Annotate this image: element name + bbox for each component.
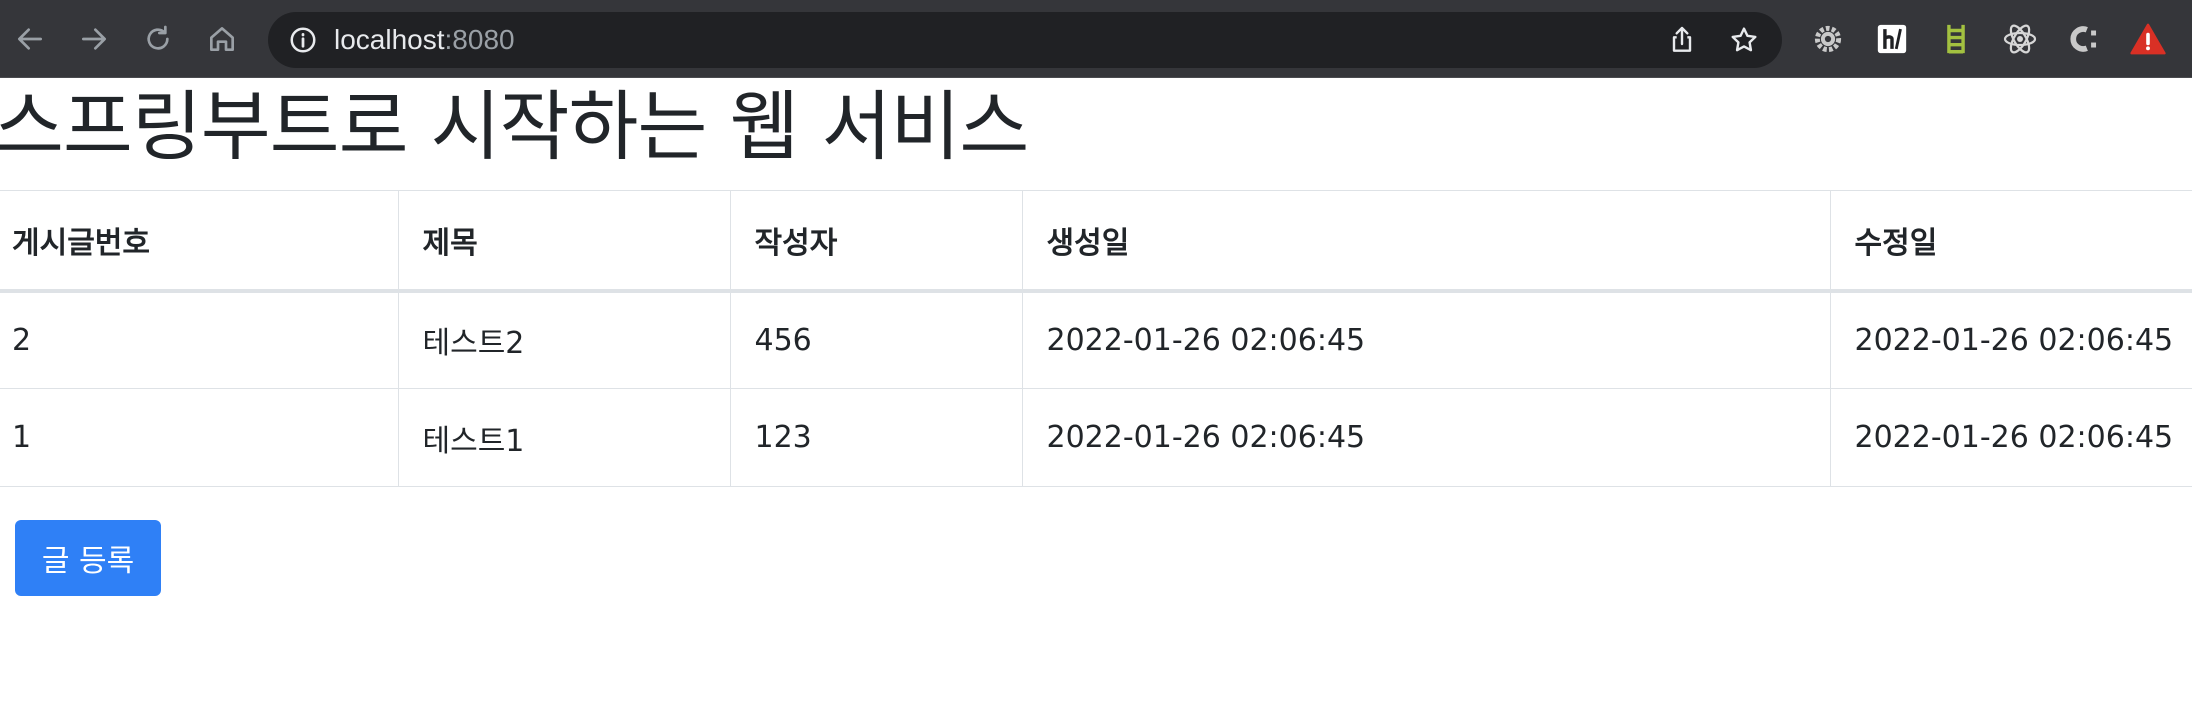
ladder-extension[interactable] — [1937, 20, 1975, 58]
table-header-row: 게시글번호 제목 작성자 생성일 수정일 — [0, 190, 2192, 293]
c-extension-icon — [2070, 26, 2097, 52]
forward-button[interactable] — [74, 19, 114, 59]
gear-extension-icon — [1814, 25, 1842, 53]
cell-modified-date: 2022-01-26 02:06:45 — [1829, 388, 2192, 487]
cell-title[interactable]: 테스트1 — [397, 388, 731, 487]
cell-post-number: 2 — [0, 290, 399, 389]
url-port: :8080 — [444, 24, 515, 55]
forward-icon — [82, 28, 106, 50]
column-header-author[interactable]: 작성자 — [729, 190, 1023, 293]
hacker-h-extension[interactable] — [1873, 20, 1911, 58]
react-atom-extension-icon — [2003, 24, 2037, 54]
reload-button[interactable] — [138, 19, 178, 59]
column-header-title[interactable]: 제목 — [397, 190, 731, 293]
cell-post-number: 1 — [0, 388, 399, 487]
browser-toolbar: localhost:8080 — [0, 0, 2192, 78]
c-extension[interactable] — [2065, 20, 2103, 58]
reload-icon — [147, 25, 169, 50]
ladder-extension-icon — [1947, 24, 1965, 54]
warning-extension-icon — [2130, 23, 2166, 55]
column-header-created-date[interactable]: 생성일 — [1021, 190, 1831, 293]
write-post-button[interactable]: 글 등록 — [15, 520, 161, 596]
bookmark-star-icon[interactable] — [1728, 24, 1760, 56]
column-header-post-number[interactable]: 게시글번호 — [0, 190, 399, 293]
cell-title[interactable]: 테스트2 — [397, 290, 731, 389]
cell-created-date: 2022-01-26 02:06:45 — [1021, 290, 1831, 389]
cell-author: 456 — [729, 290, 1023, 389]
url-host: localhost — [334, 24, 445, 55]
hacker-h-extension-icon — [1877, 24, 1907, 54]
home-icon — [210, 27, 234, 51]
cell-author: 123 — [729, 388, 1023, 487]
home-button[interactable] — [202, 19, 242, 59]
column-header-modified-date[interactable]: 수정일 — [1829, 190, 2192, 293]
table-row[interactable]: 2 테스트2 456 2022-01-26 02:06:45 2022-01-2… — [0, 290, 2192, 389]
address-bar[interactable]: localhost:8080 — [268, 12, 1782, 68]
url-text[interactable]: localhost:8080 — [334, 12, 515, 68]
page-title: 스프링부트로 시작하는 웹 서비스 — [0, 82, 1029, 171]
posts-table: 게시글번호 제목 작성자 생성일 수정일 2 테스트2 456 2022-01-… — [0, 190, 2192, 487]
site-info-icon[interactable] — [288, 25, 318, 55]
table-row[interactable]: 1 테스트1 123 2022-01-26 02:06:45 2022-01-2… — [0, 388, 2192, 487]
back-icon — [18, 28, 42, 50]
back-button[interactable] — [10, 19, 50, 59]
cell-created-date: 2022-01-26 02:06:45 — [1021, 388, 1831, 487]
gear-extension[interactable] — [1809, 20, 1847, 58]
react-extension[interactable] — [2001, 20, 2039, 58]
share-icon[interactable] — [1666, 24, 1698, 56]
warning-extension[interactable] — [2129, 20, 2167, 58]
cell-modified-date: 2022-01-26 02:06:45 — [1829, 290, 2192, 389]
